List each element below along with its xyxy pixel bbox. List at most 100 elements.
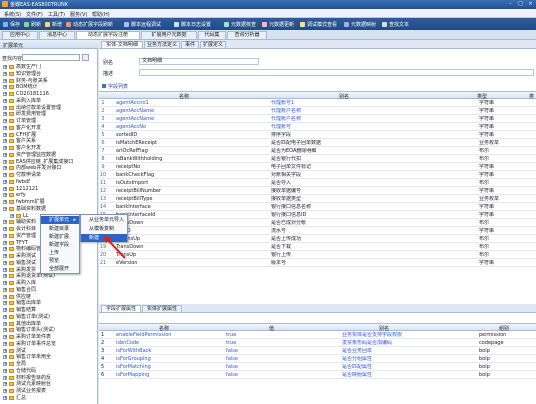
table-row[interactable]: 8 isBankWithholding 是否银行代扣 布尔 bbox=[99, 156, 536, 163]
expand-icon[interactable]: + bbox=[3, 240, 7, 245]
expand-icon[interactable]: + bbox=[3, 287, 7, 292]
property-row[interactable]: 5 isForMatching false 是否匹配属性 bolp bbox=[99, 364, 536, 371]
ctx-item-new-folder[interactable]: 新建目录 bbox=[41, 225, 79, 233]
table-row[interactable]: 11 isOutsImport 是否导入 布尔 bbox=[99, 180, 536, 187]
tree-node[interactable]: + CO20181116 bbox=[0, 91, 98, 97]
expand-icon[interactable]: + bbox=[3, 335, 7, 339]
tree-node[interactable]: + 销售订单头(测试) bbox=[0, 327, 98, 333]
tree-node[interactable]: + 测试业务报表 bbox=[0, 388, 98, 394]
expand-icon[interactable]: + bbox=[3, 267, 7, 272]
minimize-icon[interactable]: – bbox=[506, 1, 515, 7]
expand-icon[interactable]: + bbox=[3, 105, 7, 110]
expand-icon[interactable]: + bbox=[3, 152, 7, 157]
expand-icon[interactable]: + bbox=[3, 159, 7, 164]
script-debug-button[interactable]: 脚本远程调试 bbox=[124, 21, 161, 28]
tree-node[interactable]: + 出纳付款单设置管理 bbox=[0, 105, 98, 111]
tree-node[interactable]: + 研发费用管理 bbox=[0, 111, 98, 117]
expand-icon[interactable]: + bbox=[3, 294, 7, 299]
tree-node[interactable]: + fwbmm扩展 bbox=[0, 199, 98, 205]
tree-node[interactable]: + 测试元素映射台 bbox=[0, 381, 98, 387]
tree-node[interactable]: + 材料报告目的反 bbox=[0, 375, 98, 381]
table-row[interactable]: 10 bankCheckFlag 对账相关字段 字符串 bbox=[99, 172, 536, 179]
metadata-mapping-button[interactable]: 元数据映射 bbox=[344, 21, 376, 28]
expand-icon[interactable]: + bbox=[3, 193, 7, 198]
tree-node[interactable]: + 销售订单未用全 bbox=[0, 354, 98, 360]
tab-extension-def[interactable]: 扩展定义 bbox=[200, 41, 226, 49]
table-row[interactable]: 2 agentAccName 代理账户名称 字符串 bbox=[99, 108, 536, 115]
expand-icon[interactable]: + bbox=[3, 78, 7, 83]
tree-node[interactable]: + fwbdf bbox=[0, 179, 98, 185]
ctx-item-upload[interactable]: 上传 bbox=[41, 249, 79, 257]
debug-mode-button[interactable]: 调试模式查看 bbox=[300, 21, 337, 28]
ctx-item-new[interactable]: 新建 bbox=[81, 234, 127, 242]
table-row[interactable]: 16TransDown是否已成对分帐布尔 bbox=[99, 220, 536, 227]
tree-node[interactable]: + 采购订单事件总览 bbox=[0, 341, 98, 347]
ctx-item-copy-from-template[interactable]: 从模板复制 bbox=[81, 225, 127, 233]
tree-node[interactable]: + 知识管理台 bbox=[0, 71, 98, 77]
expand-icon[interactable]: + bbox=[3, 368, 7, 373]
tree-node[interactable]: + 销售出库单 bbox=[0, 300, 98, 306]
metadata-update-button[interactable]: 元数据更新 bbox=[262, 21, 294, 28]
table-row[interactable]: 12 receiptBillNumber 接收单据编号 字符串 bbox=[99, 188, 536, 195]
tree-node[interactable]: + CFH扩展 bbox=[0, 132, 98, 138]
description-field[interactable] bbox=[139, 69, 534, 76]
expand-icon[interactable]: + bbox=[3, 71, 7, 76]
expand-icon[interactable]: + bbox=[3, 314, 7, 319]
tree-node[interactable]: + 销售合同 bbox=[0, 287, 98, 293]
tree-node[interactable]: + 全局 bbox=[0, 361, 98, 367]
expand-icon[interactable]: + bbox=[3, 227, 7, 231]
menu-tools[interactable]: 工具(T) bbox=[48, 11, 65, 18]
ctx-item-extension-unit[interactable]: 扩展单元 ▸ bbox=[41, 216, 79, 224]
expand-icon[interactable]: + bbox=[3, 65, 7, 69]
tree-node[interactable]: + 客户化开发 bbox=[0, 145, 98, 151]
tab-entity-ext-props[interactable]: 实体扩展属性 bbox=[142, 305, 182, 313]
table-row[interactable]: 6 isMatchEReceipt 是否匹配电子回单数据 业务枚举 bbox=[99, 140, 536, 147]
expand-icon[interactable]: + bbox=[3, 173, 7, 177]
tree-node[interactable]: + 销售订单(测试) bbox=[0, 314, 98, 320]
tree-node[interactable]: + 采购退货单(测试) bbox=[0, 273, 98, 279]
expand-icon[interactable]: + bbox=[3, 146, 7, 150]
tree-node[interactable]: + 采购入库 bbox=[0, 280, 98, 286]
expand-icon[interactable]: + bbox=[3, 260, 7, 265]
expand-icon[interactable]: + bbox=[3, 321, 7, 326]
expand-icon[interactable]: + bbox=[3, 274, 7, 279]
expand-icon[interactable]: + bbox=[3, 395, 7, 400]
ctx-item-expand-all[interactable]: 全部展开 bbox=[41, 265, 79, 273]
expand-icon[interactable]: + bbox=[3, 382, 7, 387]
menu-help[interactable]: 帮助(H) bbox=[92, 11, 110, 18]
tab-query-analyzer[interactable]: 查询分析器 bbox=[227, 31, 267, 40]
expand-icon[interactable]: + bbox=[3, 233, 7, 238]
tree-node[interactable]: + 基础资料数据 bbox=[0, 206, 98, 212]
table-row[interactable]: 15bankInterfaceId银行接口信息ID字符串 bbox=[99, 212, 536, 219]
tab-codeset[interactable]: 代码集 bbox=[198, 31, 226, 40]
search-icon[interactable] bbox=[82, 54, 89, 61]
expand-icon[interactable]: + bbox=[3, 341, 7, 346]
tree-node[interactable]: + 高数生产门 bbox=[0, 64, 98, 70]
save-button[interactable]: 保存 bbox=[3, 21, 20, 28]
tab-extend-metadata[interactable]: 扩展用户元数据 bbox=[141, 31, 197, 40]
property-row[interactable]: 3 isForWithBack false 是否业务回单 bolp bbox=[99, 348, 536, 355]
expand-icon[interactable]: + bbox=[3, 254, 7, 258]
tree-node[interactable]: + 销售结算 bbox=[0, 307, 98, 313]
expand-icon[interactable]: + bbox=[3, 355, 7, 360]
tree-node[interactable]: + BOM统计 bbox=[0, 84, 98, 90]
table-row[interactable]: 3 agentAccName 代理账户名称 字符串 bbox=[99, 116, 536, 123]
tab-entity-doc-detail[interactable]: 实体-文档明细 bbox=[101, 41, 143, 49]
tab-field-ext-props[interactable]: 字段扩展属性 bbox=[101, 305, 141, 313]
table-row[interactable]: 20 TransUp 银行上传 布尔 bbox=[99, 252, 536, 259]
tree-node[interactable]: + 测试 bbox=[0, 348, 98, 354]
tree-node[interactable]: + 资产管理监控数据 bbox=[0, 152, 98, 158]
property-row[interactable]: 2 isbnCode true 发票条形码是否加编码 codepage bbox=[99, 340, 536, 347]
table-row[interactable]: 5 sortedID 排序字段 字符串 bbox=[99, 132, 536, 139]
tree-node[interactable]: + 客户化开发 bbox=[0, 125, 98, 131]
table-row[interactable]: 7 oriOcRefFlag 是否为EOA删除明细 布尔 bbox=[99, 148, 536, 155]
tab-business-method[interactable]: 业务方法定义 bbox=[144, 41, 180, 49]
tab-event[interactable]: 事件 bbox=[181, 41, 199, 49]
table-row[interactable]: 18isTransUp是否上传成功布尔 bbox=[99, 236, 536, 243]
tree-node[interactable]: + 供应链 bbox=[0, 294, 98, 300]
expand-icon[interactable]: + bbox=[3, 362, 7, 366]
property-row[interactable]: 1 enableFieldPermission true 业务实体是否支持字段权限 pe… bbox=[99, 332, 536, 339]
expand-icon[interactable]: + bbox=[3, 348, 7, 353]
tree-node[interactable]: + 客户关系 bbox=[0, 138, 98, 144]
ctx-item-import-from-unit[interactable]: 从业务单元导入 bbox=[81, 216, 127, 224]
